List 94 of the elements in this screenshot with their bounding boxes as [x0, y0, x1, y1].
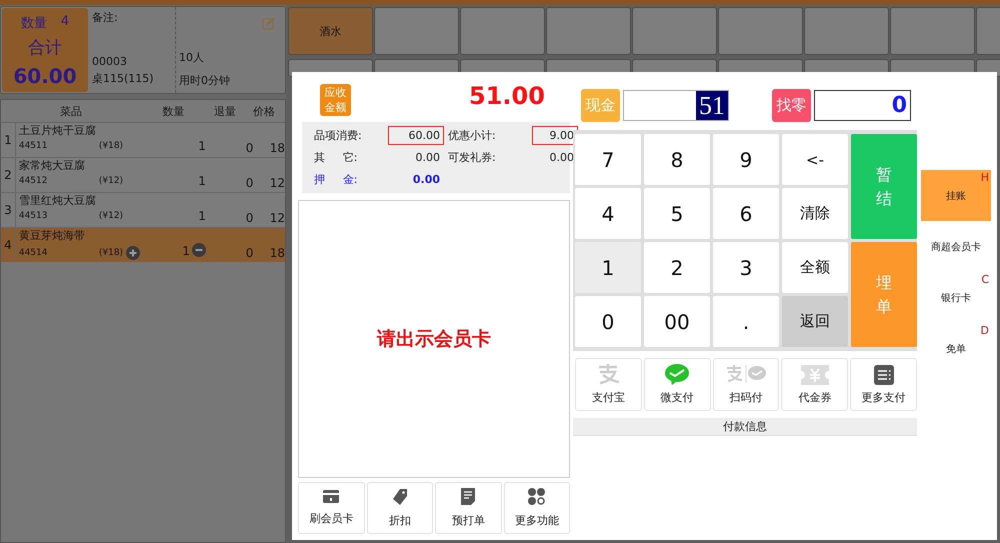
amount-due-badge: 应收金额 — [320, 84, 351, 116]
summary-label: 品项消费: — [313, 128, 363, 143]
payment-method-button[interactable]: 微支付 — [644, 358, 711, 411]
shortcut-key: C — [981, 273, 989, 286]
returned-quantity: 0 — [244, 176, 254, 192]
keypad-key[interactable]: 00 — [644, 296, 710, 347]
keypad-key[interactable]: 全额 — [782, 242, 848, 293]
payment-info-bar: 付款信息 — [573, 418, 917, 436]
summary-label: 押 金: — [313, 172, 359, 187]
column-header: 价格 — [252, 104, 276, 118]
dish-code: 44512 — [18, 176, 48, 186]
column-header: 退量 — [213, 104, 237, 118]
guest-count: 10人 — [179, 50, 205, 65]
dish-code: 44513 — [18, 211, 48, 221]
payment-option[interactable]: 挂账 H — [921, 170, 991, 221]
function-button[interactable]: 折扣 — [366, 482, 433, 534]
summary-label: 优惠小计: — [447, 128, 497, 143]
returned-quantity: 0 — [244, 211, 254, 227]
cash-badge: 现金 — [581, 88, 620, 122]
payment-method-button[interactable]: 代金券 — [781, 358, 848, 411]
member-card-prompt: 请出示会员卡 — [298, 200, 570, 478]
summary-value: 0.00 — [412, 172, 441, 188]
payment-logos-icon — [726, 363, 766, 385]
keypad-key[interactable]: 3 — [713, 242, 779, 293]
unit-price: (¥12) — [98, 176, 124, 186]
list-icon — [874, 365, 894, 385]
row-index: 4 — [1, 228, 16, 262]
dish-code: 44511 — [18, 141, 48, 151]
change-input[interactable]: 0 — [814, 90, 911, 120]
function-button[interactable]: 刷会员卡 — [298, 482, 364, 534]
dish-name: 土豆片炖干豆腐 — [18, 123, 97, 138]
keypad-key[interactable]: 清除 — [782, 188, 848, 239]
shortcut-key: H — [980, 171, 989, 184]
dish-name: 家常炖大豆腐 — [18, 158, 86, 173]
quantity: 1 — [198, 139, 206, 155]
quantity: 1 — [182, 244, 190, 260]
cash-input[interactable]: 51 — [623, 90, 729, 120]
returned-quantity: 0 — [244, 246, 254, 262]
duration-text: 用时0分钟 — [179, 73, 231, 88]
summary-label: 其 它: — [313, 150, 359, 165]
minus-icon[interactable] — [192, 243, 206, 257]
column-header: 菜品 — [59, 104, 83, 118]
keypad-key[interactable]: 6 — [713, 188, 779, 239]
payment-method-button[interactable]: 扫码付 — [712, 358, 780, 411]
dish-code: 44514 — [18, 248, 48, 258]
apps-icon — [528, 488, 546, 505]
function-button[interactable]: 预打单 — [435, 482, 502, 534]
price: 18 — [268, 246, 285, 262]
keypad-key[interactable]: 1 — [575, 242, 641, 293]
summary-value: 0.00 — [548, 150, 575, 166]
quantity: 1 — [198, 174, 206, 190]
keypad-key[interactable]: <- — [782, 134, 848, 185]
keypad-key[interactable]: 8 — [644, 134, 710, 185]
keypad-key[interactable]: 0 — [575, 296, 641, 347]
keypad-key[interactable]: 返回 — [782, 296, 848, 347]
unit-price: (¥18) — [98, 141, 124, 151]
change-badge: 找零 — [772, 88, 811, 122]
dish-name: 黄豆芽炖海带 — [18, 228, 86, 243]
count-label: 数量 — [20, 15, 47, 32]
keypad-key[interactable]: 4 — [575, 188, 641, 239]
price: 12 — [268, 211, 285, 227]
payment-method-button[interactable]: 更多支付 — [850, 358, 917, 411]
plus-icon[interactable] — [126, 246, 140, 260]
quantity: 1 — [198, 209, 206, 225]
total-amount: 60.00 — [13, 64, 77, 88]
unit-price: (¥12) — [98, 211, 124, 221]
payment-method-button[interactable]: 支付宝 — [575, 358, 642, 411]
dish-name: 雪里红炖大豆腐 — [18, 193, 97, 208]
returned-quantity: 0 — [244, 141, 254, 157]
summary-label: 可发礼券: — [447, 150, 497, 165]
price: 18 — [268, 141, 285, 157]
keypad-key[interactable]: 9 — [713, 134, 779, 185]
summary-value: 60.00 — [388, 126, 444, 145]
card-icon — [323, 490, 340, 503]
count-value: 4 — [60, 14, 70, 31]
function-button[interactable]: 更多功能 — [504, 482, 570, 534]
unit-price: (¥18) — [98, 248, 124, 258]
document-icon — [461, 488, 476, 505]
price: 12 — [268, 176, 285, 192]
keypad-key[interactable]: 5 — [644, 188, 710, 239]
table-number: 桌115(115) — [92, 71, 155, 86]
chat-bubble-icon — [664, 363, 690, 385]
voucher-icon — [800, 365, 829, 385]
total-label: 合计 — [28, 37, 62, 59]
amount-due: 51.00 — [469, 82, 545, 110]
remark-label: 备注: — [92, 10, 119, 25]
keypad-key[interactable]: . — [713, 296, 779, 347]
shortcut-key: D — [980, 324, 989, 337]
keypad-key[interactable]: 2 — [644, 242, 710, 293]
order-number: 00003 — [92, 55, 128, 68]
column-header: 数量 — [162, 104, 186, 118]
keypad-key[interactable]: 7 — [575, 134, 641, 185]
summary-value: 0.00 — [414, 150, 441, 166]
tag-icon — [392, 488, 407, 504]
